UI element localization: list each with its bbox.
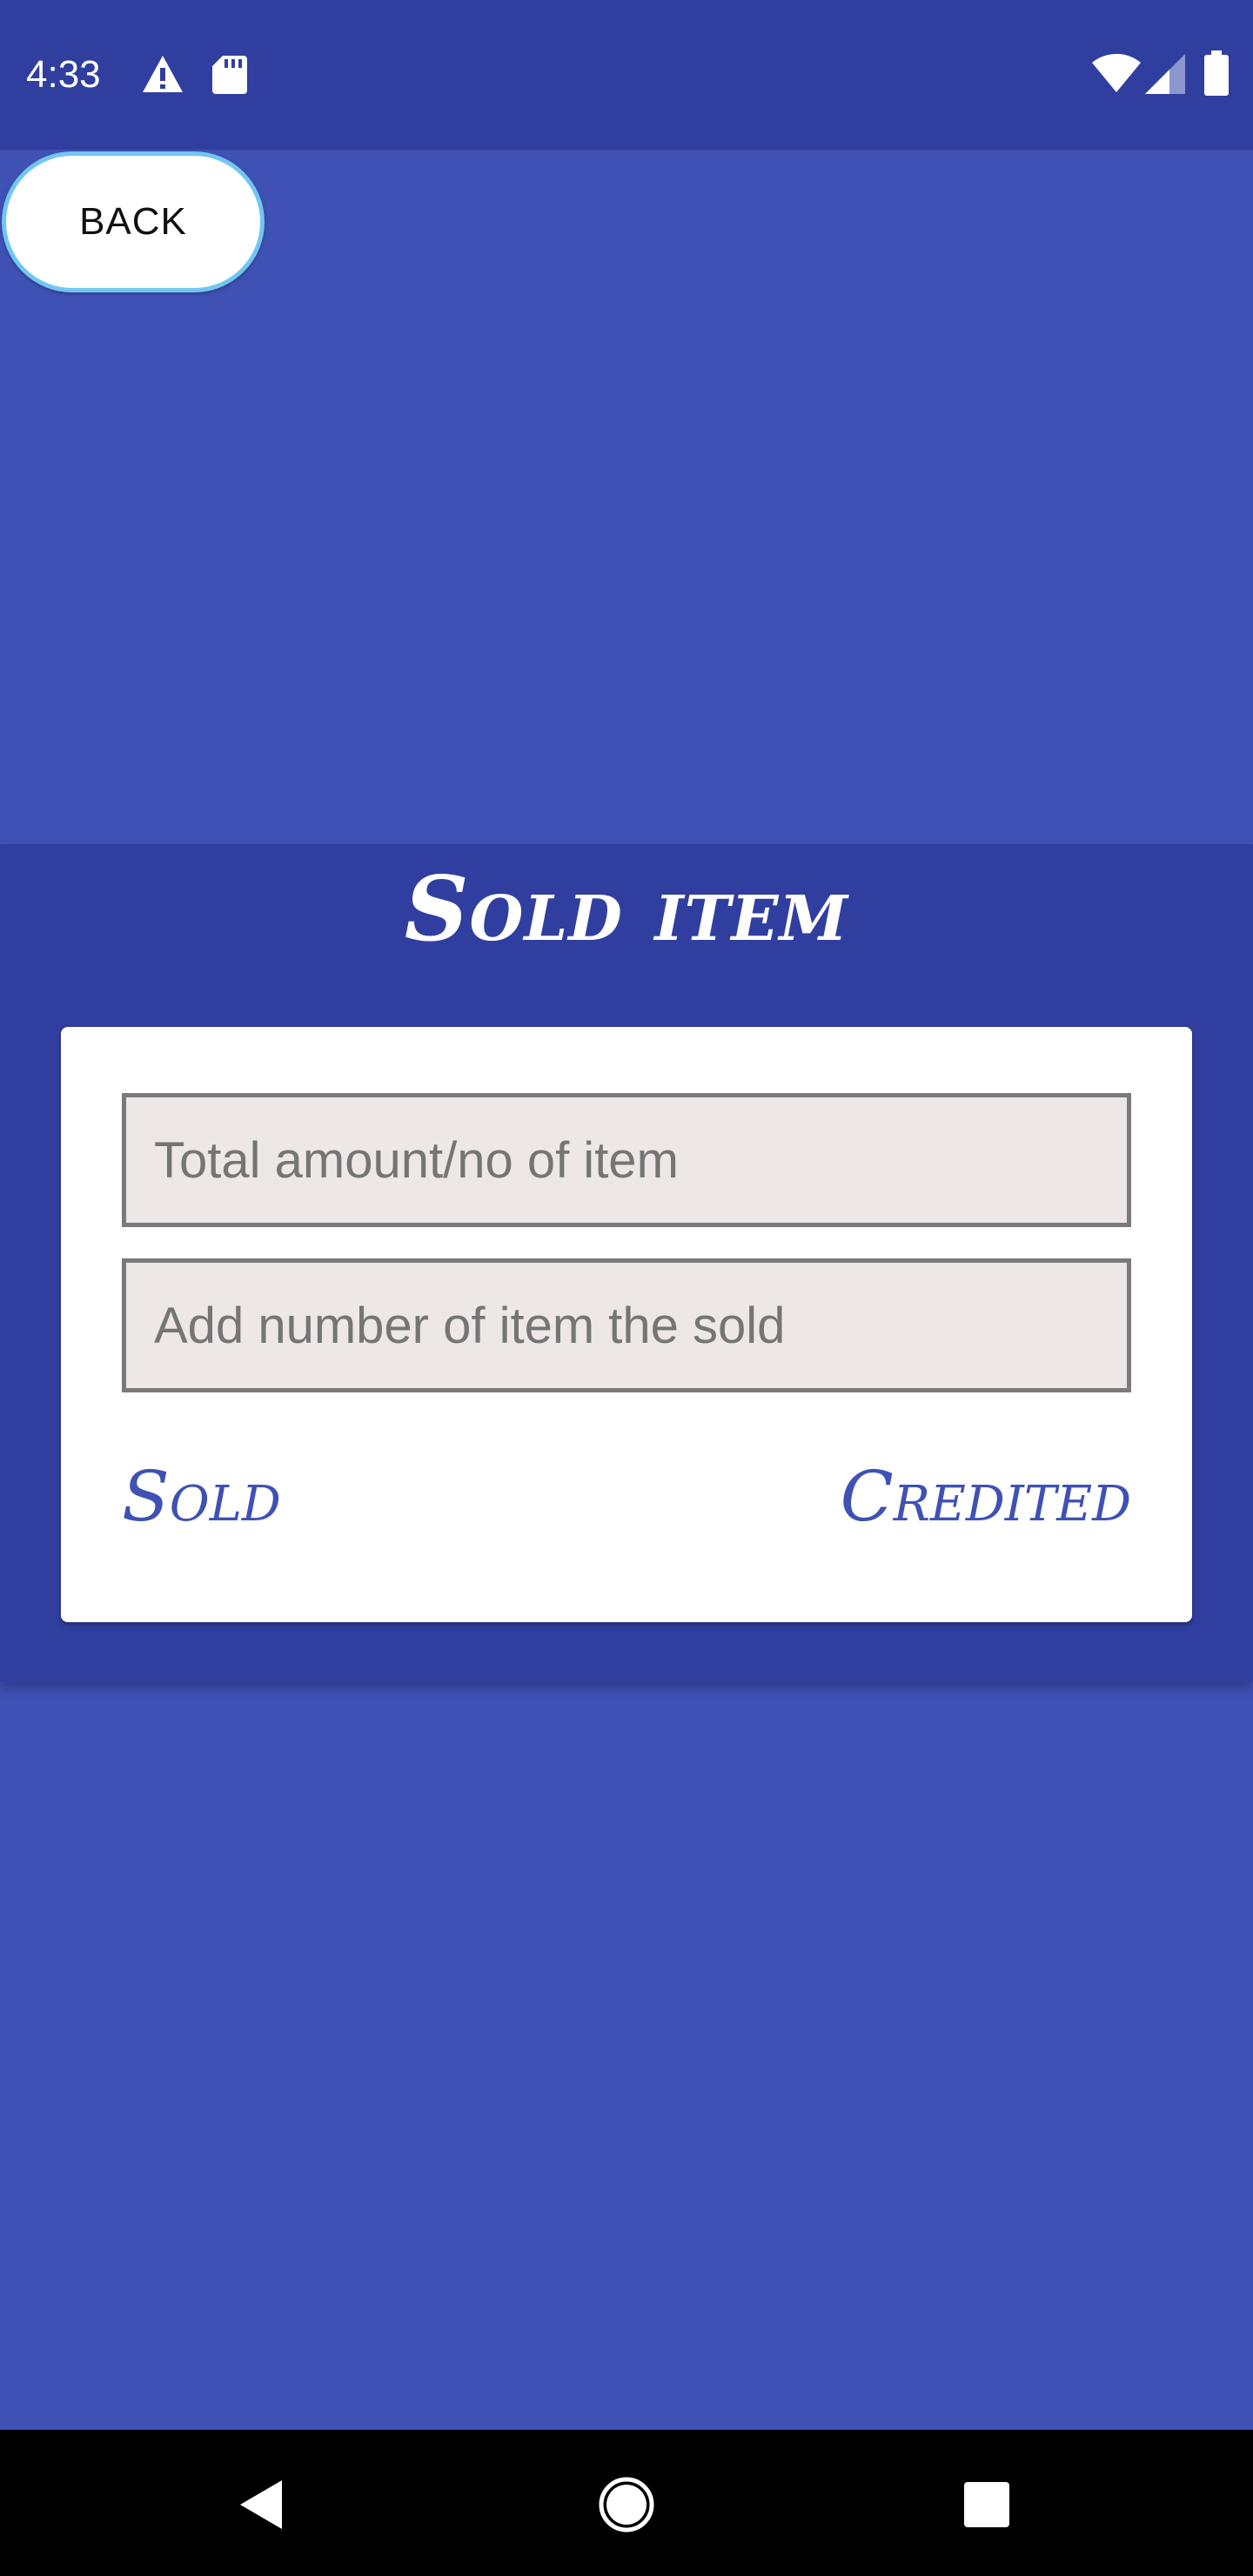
navigation-bar xyxy=(0,2430,1253,2576)
total-amount-placeholder: Total amount/no of item xyxy=(154,1131,679,1189)
sold-count-placeholder: Add number of item the sold xyxy=(154,1297,786,1354)
signal-icon xyxy=(1145,54,1185,98)
wifi-icon xyxy=(1091,53,1142,98)
warning-icon xyxy=(141,54,184,98)
back-triangle-icon[interactable] xyxy=(237,2479,285,2535)
status-time: 4:33 xyxy=(26,53,101,96)
sold-item-panel: Sold item Total amount/no of item Add nu… xyxy=(0,844,1253,1681)
sold-count-input[interactable]: Add number of item the sold xyxy=(122,1258,1131,1392)
credited-button[interactable]: Credited xyxy=(841,1453,1131,1540)
home-circle-icon[interactable] xyxy=(599,2477,654,2537)
sd-card-icon xyxy=(212,56,247,98)
sold-button[interactable]: Sold xyxy=(122,1453,281,1540)
back-button[interactable]: BACK xyxy=(2,151,265,292)
total-amount-input[interactable]: Total amount/no of item xyxy=(122,1093,1131,1227)
panel-title: Sold item xyxy=(404,857,849,962)
status-bar: 4:33 xyxy=(0,0,1253,150)
recents-square-icon[interactable] xyxy=(964,2482,1009,2532)
battery-icon xyxy=(1204,50,1229,100)
sold-item-card: Total amount/no of item Add number of it… xyxy=(61,1027,1192,1622)
